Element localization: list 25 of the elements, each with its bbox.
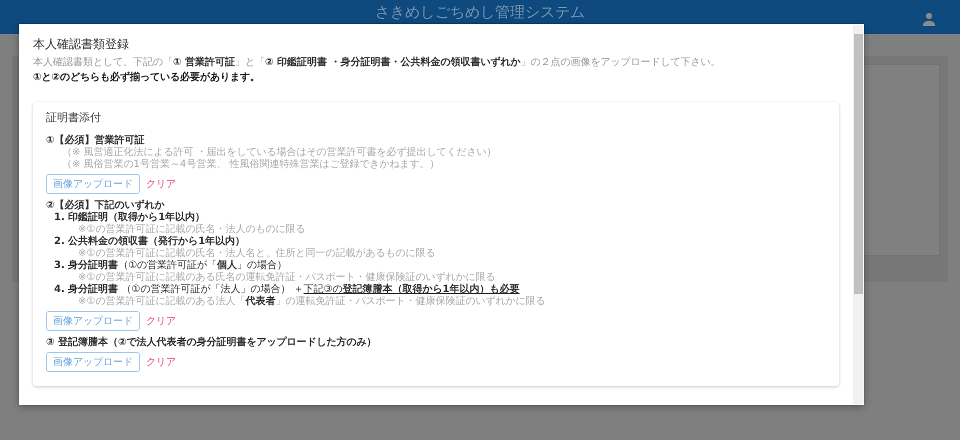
option-note: ※①の営業許可証に記載の氏名・法人のものに限る [77,224,306,236]
option-note: ※①の営業許可証に記載のある氏名の運転免許証・パスポート・健康保険証のいずれかに限る [77,272,496,284]
section-heading: ②【必須】下記のいずれか [46,200,166,212]
dialog-description: 本人確認書類として、下記の「① 営業許可証」と「② 印鑑証明書 ・身分証明書・公共料金の領収書いずれか」の２点の画像をアップロードして下さい。 [33,56,722,69]
section-note: （※ 風俗営業の1号営業～4号営業、 性風俗関連特殊営業はご登録できかねます。） [61,159,440,171]
clear-link[interactable]: クリア [146,314,176,328]
upload-button[interactable]: 画像アップロード [46,352,140,372]
document-option: 3. 身分証明書（①の営業許可証が「個人」の場合） [54,260,826,272]
upload-button[interactable]: 画像アップロード [46,311,140,331]
dialog-title: 本人確認書類登録 [33,36,130,53]
clear-link[interactable]: クリア [146,355,176,369]
section-note: （※ 風営適正化法による許可 ・届出をしている場合はその営業許可書を必ず提出してください） [61,147,498,158]
option-note: ※①の営業許可証に記載の氏名・法人名と、住所と同一の記載があるものに限る [77,248,436,260]
document-option: 2. 公共料金の領収書（発行から1年以内） [54,236,826,248]
requirement-note: ①と②のどちらも必ず揃っている必要があります。 [33,70,261,84]
clear-link[interactable]: クリア [146,177,176,191]
user-icon[interactable] [922,12,936,26]
scrollbar[interactable] [853,24,864,405]
upload-button[interactable]: 画像アップロード [46,174,140,194]
app-title: さきめしごちめし管理システム [375,3,585,22]
section-heading: ③ 登記簿謄本（②で法人代表者の身分証明書をアップロードした方のみ） [46,337,378,349]
card-title: 証明書添付 [46,110,102,125]
option-note: ※①の営業許可証に記載のある法人「代表者」の運転免許証・パスポート・健康保険証のいずれかに限る [77,296,546,308]
document-option: 1. 印鑑証明（取得から1年以内） [54,212,826,224]
section-heading: ①【必須】営業許可証 [46,135,146,146]
